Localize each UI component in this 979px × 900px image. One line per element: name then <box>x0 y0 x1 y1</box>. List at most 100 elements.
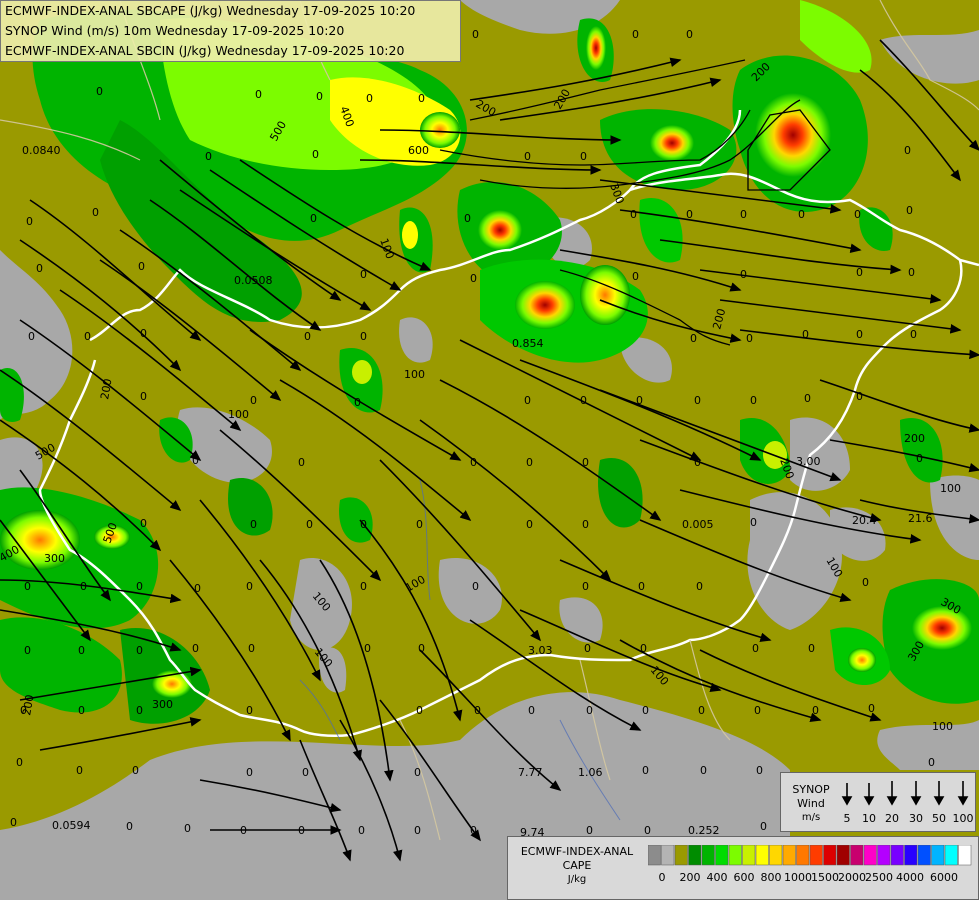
cape-color-scale: 0 200 400 600 800 1000 1500 2000 2500 4000 6000 <box>648 845 972 884</box>
cape-value-label: 0 <box>184 822 191 835</box>
cape-color-swatch <box>728 845 742 866</box>
cape-value-label: 0 <box>80 580 87 593</box>
cin-value-label: 0.005 <box>682 518 714 531</box>
cape-contour-label: 600 <box>408 144 429 157</box>
cape-value-label: 0 <box>78 704 85 717</box>
cape-value-label: 0 <box>586 704 593 717</box>
cape-value-label: 0 <box>464 212 471 225</box>
cape-value-label: 0 <box>414 824 421 837</box>
cape-value-label: 0 <box>584 642 591 655</box>
wind-legend-subtitle: Wind <box>797 797 825 810</box>
cape-value-label: 0 <box>26 215 33 228</box>
cape-value-label: 0 <box>524 150 531 163</box>
cape-color-swatch <box>648 845 661 866</box>
cape-value-label: 0 <box>418 642 425 655</box>
cape-value-label: 0 <box>630 208 637 221</box>
cape-value-label: 0 <box>192 454 199 467</box>
cin-value-label: 0.0840 <box>22 144 61 157</box>
cape-value-label: 0 <box>472 28 479 41</box>
cape-value-label: 0 <box>804 392 811 405</box>
wind-legend-unit: m/s <box>801 812 821 823</box>
cape-value-label: 0 <box>416 704 423 717</box>
wind-speed-label: 30 <box>909 812 923 825</box>
cape-value-label: 0 <box>686 28 693 41</box>
cape-value-label: 0 <box>638 580 645 593</box>
cape-color-swatch <box>958 845 972 866</box>
cape-value-label: 0 <box>854 208 861 221</box>
cape-contour-label: 300 <box>44 552 65 565</box>
cin-value-label: 0.0508 <box>234 274 273 287</box>
cin-value-label: 1.06 <box>578 766 603 779</box>
cape-value-label: 0 <box>908 266 915 279</box>
cape-value-label: 0 <box>474 704 481 717</box>
cape-value-label: 0 <box>636 394 643 407</box>
cape-legend-title: ECMWF-INDEX-ANAL <box>520 845 634 858</box>
cape-color-swatch <box>782 845 796 866</box>
cape-color-swatch <box>742 845 756 866</box>
cape-tick-label: 400 <box>707 871 728 884</box>
cape-value-label: 0 <box>246 766 253 779</box>
cape-color-swatch <box>917 845 931 866</box>
cape-value-label: 0 <box>76 764 83 777</box>
cape-color-swatch <box>850 845 864 866</box>
cape-value-label: 0 <box>298 824 305 837</box>
cape-value-label: 0 <box>696 580 703 593</box>
cape-tick-label: 4000 <box>896 871 924 884</box>
cape-value-label: 0 <box>304 330 311 343</box>
cape-value-label: 0 <box>360 580 367 593</box>
cape-value-label: 0 <box>298 456 305 469</box>
cape-color-swatch <box>769 845 783 866</box>
cape-color-swatch <box>931 845 945 866</box>
cape-value-label: 0 <box>524 394 531 407</box>
cape-value-label: 0 <box>250 394 257 407</box>
cape-value-label: 0 <box>366 92 373 105</box>
wind-speed-label: 50 <box>932 812 946 825</box>
cape-tick-label: 0 <box>659 871 666 884</box>
wind-legend: SYNOP Wind m/s 5 10 20 30 50 100 <box>780 772 976 832</box>
cape-value-label: 0 <box>92 206 99 219</box>
cape-value-label: 0 <box>632 28 639 41</box>
cape-value-label: 0 <box>138 260 145 273</box>
cape-value-label: 0 <box>472 580 479 593</box>
cape-value-label: 0 <box>16 756 23 769</box>
wind-arrow-icon <box>933 781 945 806</box>
cape-value-label: 0 <box>808 642 815 655</box>
cape-value-label: 0 <box>354 396 361 409</box>
cape-value-label: 0 <box>690 332 697 345</box>
cape-tick-label: 2000 <box>838 871 866 884</box>
cape-value-label: 0 <box>580 394 587 407</box>
cape-value-label: 0 <box>528 704 535 717</box>
cape-value-label: 0 <box>416 518 423 531</box>
wind-speed-label: 20 <box>885 812 899 825</box>
cape-value-label: 0 <box>132 764 139 777</box>
cin-value-label: 0.0594 <box>52 819 91 832</box>
cape-value-label: 0 <box>700 764 707 777</box>
cape-map: 0.0840 0.0508 0.854 0.005 20.4 21.6 3.03… <box>0 0 979 900</box>
cape-value-label: 0 <box>250 518 257 531</box>
cape-contour-label: 100 <box>932 720 953 733</box>
cape-legend-subtitle: CAPE <box>562 859 592 872</box>
cape-value-label: 0 <box>414 766 421 779</box>
cape-legend-unit: J/kg <box>567 874 587 885</box>
cape-value-label: 0 <box>470 824 477 837</box>
cape-value-label: 0 <box>360 330 367 343</box>
cape-tick-label: 600 <box>734 871 755 884</box>
cape-color-swatch <box>688 845 702 866</box>
cape-value-label: 0 <box>906 204 913 217</box>
wind-arrow-icon <box>910 781 922 806</box>
cape-value-label: 0 <box>10 816 17 829</box>
cin-value-label: 7.77 <box>518 766 543 779</box>
cape-color-swatch <box>809 845 823 866</box>
cape-value-label: 0 <box>192 642 199 655</box>
cape-value-label: 0 <box>24 580 31 593</box>
map-title-box: ECMWF-INDEX-ANAL SBCAPE (J/kg) Wednesday… <box>0 0 461 62</box>
cape-value-label: 0 <box>136 644 143 657</box>
cape-value-label: 0 <box>302 766 309 779</box>
cin-value-label: 3.03 <box>528 644 553 657</box>
cape-value-label: 0 <box>240 824 247 837</box>
cape-color-swatch <box>944 845 958 866</box>
cape-value-label: 0 <box>526 456 533 469</box>
cape-value-label: 0 <box>78 644 85 657</box>
cape-value-label: 0 <box>316 90 323 103</box>
cape-value-label: 0 <box>754 704 761 717</box>
